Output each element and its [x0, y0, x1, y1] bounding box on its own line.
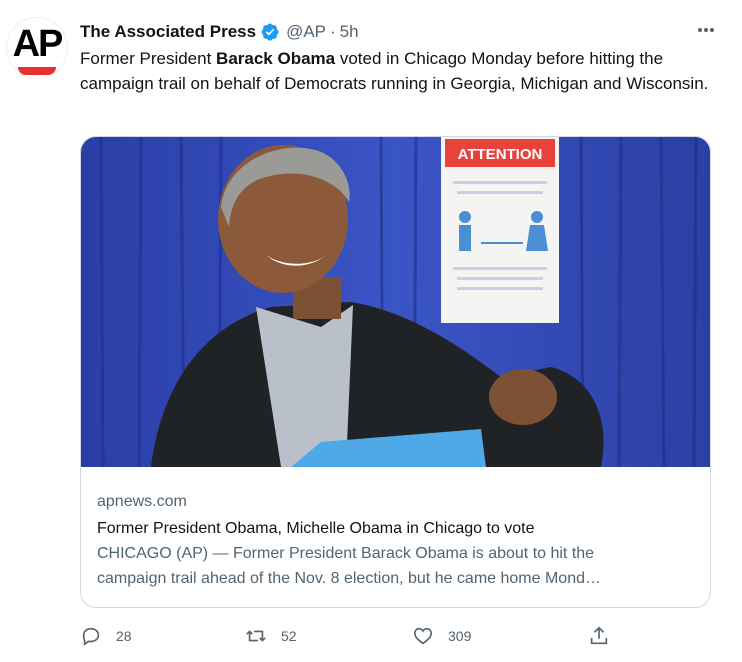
retweet-icon [246, 630, 266, 642]
link-card[interactable]: ATTENTION apnews.com Former President Ob… [80, 136, 711, 608]
tweet-text-prefix: Former President [80, 49, 217, 68]
share-icon [590, 626, 608, 645]
card-description: CHICAGO (AP) — Former President Barack O… [97, 545, 601, 587]
avatar[interactable]: AP [6, 17, 68, 79]
sign-heading: ATTENTION [458, 146, 543, 163]
retweet-button[interactable]: 52 [245, 620, 297, 652]
card-info[interactable]: apnews.com Former President Obama, Miche… [97, 491, 694, 591]
tweet: AP The Associated Press @AP · 5h Former … [0, 0, 742, 662]
tweet-time[interactable]: 5h [340, 22, 359, 42]
tweet-header: The Associated Press @AP · 5h [80, 20, 359, 44]
more-options-icon[interactable] [692, 18, 720, 42]
heart-icon [414, 627, 432, 645]
ap-logo-text: AP [12, 23, 64, 65]
verified-badge-icon [261, 23, 279, 41]
like-count: 309 [448, 628, 472, 644]
author-name[interactable]: The Associated Press [80, 22, 256, 42]
share-button[interactable] [588, 620, 624, 652]
tweet-actions: 28 52 309 [80, 620, 640, 652]
card-domain: apnews.com [97, 493, 187, 510]
reply-count: 28 [116, 628, 132, 644]
separator-dot: · [330, 22, 336, 41]
tweet-text-bold: Barack Obama [216, 49, 336, 68]
like-button[interactable]: 309 [412, 620, 471, 652]
card-title: Former President Obama, Michelle Obama i… [97, 520, 535, 537]
tweet-text: Former President Barack Obama voted in C… [80, 46, 720, 96]
retweet-count: 52 [281, 628, 297, 644]
reply-button[interactable]: 28 [80, 620, 132, 652]
author-handle[interactable]: @AP [286, 22, 326, 42]
reply-icon [82, 627, 100, 646]
ap-logo-bar [18, 67, 56, 75]
card-photo[interactable]: ATTENTION [81, 137, 711, 467]
